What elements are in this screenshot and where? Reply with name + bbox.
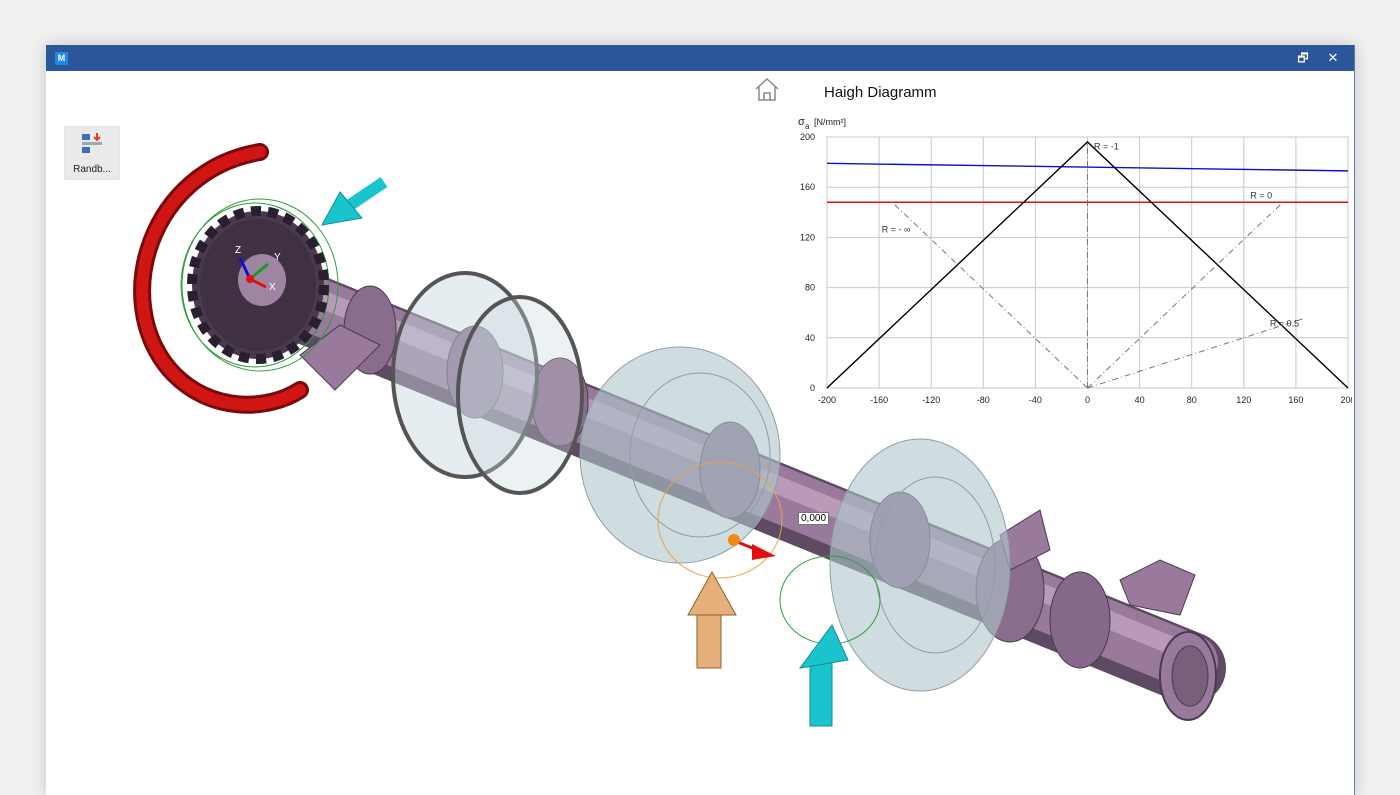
axis-label-y: Y — [274, 252, 281, 263]
y-tick-label: 160 — [800, 182, 815, 192]
force-arrow-top[interactable] — [321, 177, 388, 226]
y-tick-label: 0 — [810, 383, 815, 393]
home-icon[interactable] — [753, 76, 781, 102]
haigh-chart[interactable]: -200 -160 -120 -80 -40 0 40 80 120 160 200 0 40 80 120… — [786, 111, 1352, 411]
y-axis-label: σ — [798, 116, 805, 128]
x-tick-label: 0 — [1085, 395, 1090, 405]
x-tick-label: 160 — [1288, 395, 1303, 405]
x-tick-label: -80 — [977, 395, 990, 405]
y-tick-label: 200 — [800, 132, 815, 142]
x-tick-label: 40 — [1135, 395, 1145, 405]
x-tick-label: -40 — [1029, 395, 1042, 405]
axis-label-x: X — [269, 282, 276, 293]
r-ratio-annotation: R = 0 — [1250, 190, 1272, 200]
app-window: M 🗗 ✕ Z Y X Randb... Haigh Diagramm -200… — [46, 45, 1355, 795]
y-tick-label: 40 — [805, 333, 815, 343]
dimension-value-label[interactable]: 0,000 — [798, 512, 830, 525]
y-tick-label: 120 — [800, 232, 815, 242]
boundary-conditions-button[interactable]: Randb... — [64, 126, 120, 180]
close-button[interactable]: ✕ — [1318, 45, 1348, 71]
boundary-conditions-icon — [82, 133, 102, 153]
x-tick-label: 120 — [1236, 395, 1251, 405]
r-ratio-annotation: R = -1 — [1094, 142, 1119, 152]
r-ratio-annotation: R = 0.5 — [1270, 319, 1299, 329]
x-tick-label: -120 — [922, 395, 940, 405]
bearing-right[interactable] — [829, 438, 1011, 692]
x-tick-label: 80 — [1187, 395, 1197, 405]
r-ratio-annotation: R = - ∞ — [882, 224, 911, 234]
bearing-rings[interactable] — [391, 271, 584, 495]
y-axis-label-subscript: a — [805, 122, 810, 131]
position-marker[interactable] — [728, 534, 776, 560]
x-tick-label: 200 — [1340, 395, 1352, 405]
app-logo-icon: M — [55, 52, 68, 65]
x-tick-label: -160 — [870, 395, 888, 405]
bearing-left[interactable] — [579, 346, 781, 564]
force-arrow-tan[interactable] — [687, 570, 737, 669]
boundary-conditions-label: Randb... — [73, 164, 111, 175]
y-tick-label: 80 — [805, 283, 815, 293]
title-bar: M 🗗 ✕ — [46, 45, 1354, 71]
restore-button[interactable]: 🗗 — [1288, 45, 1318, 71]
force-arrow-bottom[interactable] — [798, 624, 849, 727]
diagram-title: Haigh Diagramm — [824, 84, 937, 101]
x-tick-label: -200 — [818, 395, 836, 405]
y-axis-unit: [N/mm²] — [814, 117, 846, 127]
axis-label-z: Z — [235, 245, 241, 256]
